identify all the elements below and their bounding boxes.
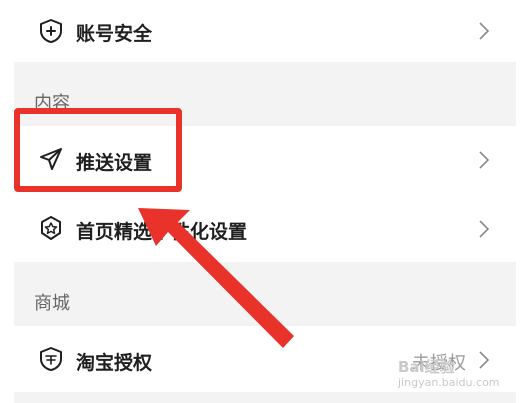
star-badge-icon	[41, 216, 61, 240]
taobao-auth-label: 淘宝授权	[76, 352, 153, 374]
shield-plus-icon	[40, 19, 62, 43]
watermark-logo: Bai经验	[398, 358, 455, 376]
chevron-right-icon	[479, 151, 490, 169]
highlight-box	[14, 108, 182, 192]
settings-page: 账号安全 内容 推送设置 首页精选个性化设置 商城 淘宝授权 未授权	[14, 0, 516, 403]
watermark-url: jingyan.baidu.com	[398, 376, 500, 389]
homepage-personalization-row[interactable]: 首页精选个性化设置	[14, 194, 516, 262]
chevron-right-icon	[479, 351, 490, 369]
chevron-right-icon	[479, 220, 490, 238]
homepage-personalization-label: 首页精选个性化设置	[76, 221, 248, 243]
chevron-right-icon	[479, 22, 490, 40]
account-security-label: 账号安全	[76, 23, 153, 45]
mall-section-title: 商城	[34, 293, 70, 314]
account-security-row[interactable]: 账号安全	[14, 0, 516, 62]
taobao-shield-icon	[40, 347, 62, 371]
